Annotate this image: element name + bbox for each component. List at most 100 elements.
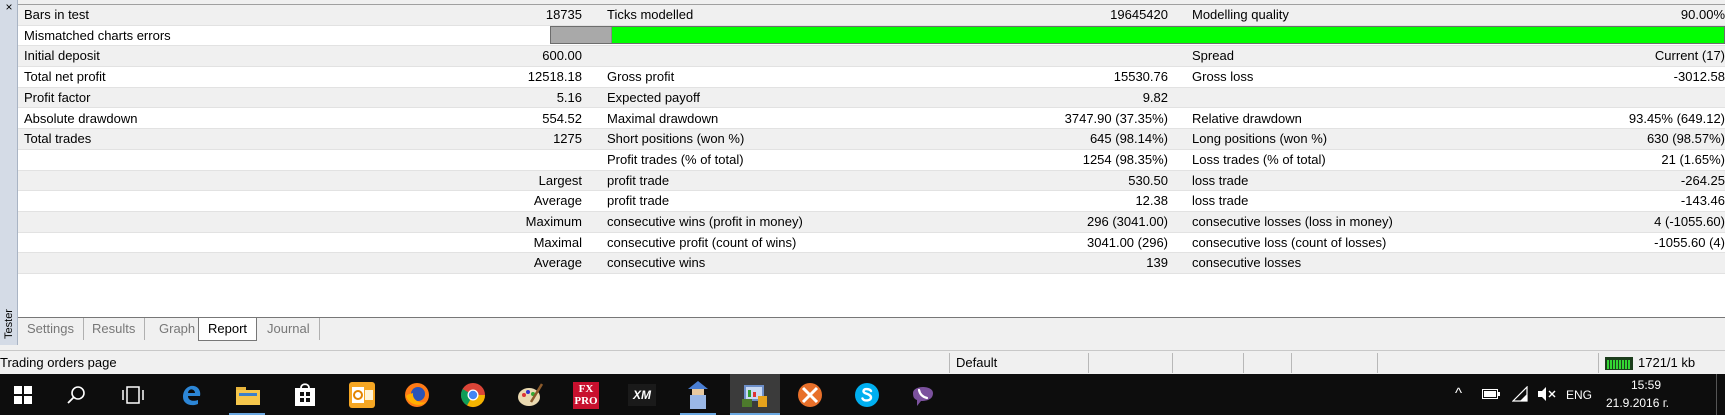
tab-results[interactable]: Results xyxy=(83,318,146,340)
report-cell: 1275 xyxy=(553,131,582,147)
status-separator xyxy=(949,353,950,373)
report-cell: 21 (1.65%) xyxy=(1661,151,1725,167)
clock-date[interactable]: 21.9.2016 г. xyxy=(1606,396,1669,410)
tab-settings[interactable]: Settings xyxy=(18,318,84,340)
report-cell: Average xyxy=(533,193,582,209)
tab-journal[interactable]: Journal xyxy=(258,318,320,340)
search-icon[interactable] xyxy=(66,385,86,405)
report-cell: 645 (98.14%) xyxy=(1089,131,1168,147)
report-row-initial-deposit: Initial deposit 600.00 Spread Current (17) xyxy=(18,46,1725,68)
language-indicator[interactable]: ENG xyxy=(1566,388,1592,402)
report-row-maximum-consecutive: Maximum consecutive wins (profit in money… xyxy=(18,212,1725,233)
clock-time[interactable]: 15:59 xyxy=(1631,378,1661,392)
report-cell: 630 (98.57%) xyxy=(1646,131,1725,147)
game-icon[interactable] xyxy=(797,382,823,408)
report-cell xyxy=(418,150,582,171)
tray-chevron-icon[interactable]: ^ xyxy=(1455,385,1462,402)
tester-tabs: Settings Results Graph Report Journal xyxy=(18,317,1725,345)
report-cell: 4 (-1055.60) xyxy=(1654,214,1725,229)
report-cell: 19645420 xyxy=(1110,7,1168,22)
skype-icon[interactable] xyxy=(854,382,880,408)
report-cell: Current (17) xyxy=(1654,48,1725,64)
outlook-icon[interactable] xyxy=(349,382,375,408)
status-separator xyxy=(1172,353,1173,373)
report-row-largest-trade: Largest profit trade 530.50 loss trade -264.… xyxy=(18,170,1725,192)
status-traffic: 1721/1 kb xyxy=(1638,355,1696,370)
chrome-icon[interactable] xyxy=(460,382,486,408)
report-cell: -1055.60 (4) xyxy=(1654,234,1725,250)
report-cell: 15530.76 xyxy=(1113,69,1168,85)
volume-muted-icon[interactable] xyxy=(1538,387,1556,401)
report-row-absolute-drawdown: Absolute drawdown 554.52 Maximal drawdown 3… xyxy=(18,108,1725,130)
report-cell: 3041.00 (296) xyxy=(1087,234,1168,250)
report-cell xyxy=(878,46,1168,67)
store-icon[interactable] xyxy=(294,382,316,406)
report-cell: 90.00% xyxy=(1680,7,1725,22)
report-cell: 18735 xyxy=(545,7,582,22)
modelling-quality-bar xyxy=(550,26,1725,44)
tester-window: × Tester Bars in test 18735 Ticks modelled… xyxy=(0,0,1725,415)
report-cell: 296 (3041.00) xyxy=(1087,214,1168,229)
status-separator xyxy=(1598,353,1599,373)
report-row-total-trades: Total trades 1275 Short positions (won %) 6… xyxy=(18,129,1725,150)
connection-bars-icon xyxy=(1605,357,1633,370)
wizard-icon[interactable] xyxy=(686,381,710,409)
report-cell: 600.00 xyxy=(542,48,582,64)
status-separator xyxy=(1291,353,1292,373)
report-cell: 554.52 xyxy=(542,110,582,126)
report-cell: 12518.18 xyxy=(527,69,582,85)
tester-label: Tester xyxy=(1,303,17,345)
viber-icon[interactable] xyxy=(910,382,936,408)
status-separator xyxy=(1377,353,1378,373)
firefox-icon[interactable] xyxy=(404,382,430,408)
windows-taskbar: FX PRO XM ^ ENG 15:59 21.9.2016 г. xyxy=(0,374,1725,415)
wifi-icon[interactable] xyxy=(1512,386,1528,402)
modelling-quality-mismatch-fill xyxy=(551,27,613,43)
show-desktop-button[interactable] xyxy=(1716,374,1717,415)
tester-label-text: Tester xyxy=(3,309,15,339)
close-icon[interactable]: × xyxy=(3,0,15,14)
task-view-icon[interactable] xyxy=(122,385,144,405)
fxpro-icon[interactable]: FX PRO xyxy=(573,382,599,409)
report-cell xyxy=(1468,88,1725,109)
battery-icon[interactable] xyxy=(1482,389,1500,399)
report-cell: 3747.90 (37.35%) xyxy=(1064,110,1168,126)
report-cell: Average xyxy=(533,255,582,271)
tester-side-strip: × Tester xyxy=(0,0,18,345)
report-row-total-net-profit: Total net profit 12518.18 Gross profit 1553… xyxy=(18,67,1725,88)
tab-graph[interactable]: Graph xyxy=(150,318,206,340)
report-table: Bars in test 18735 Ticks modelled 19645420 M… xyxy=(18,4,1725,317)
report-cell: 93.45% (649.12) xyxy=(1628,110,1725,126)
report-row-profit-factor: Profit factor 5.16 Expected payoff 9.82 xyxy=(18,87,1725,109)
report-cell xyxy=(1468,253,1725,274)
report-row-profit-trades: Profit trades (% of total) 1254 (98.35%) L… xyxy=(18,149,1725,171)
report-cell: 139 xyxy=(1146,255,1168,271)
windows-start-icon[interactable] xyxy=(14,386,32,404)
status-bar: Trading orders page Default 1721/1 kb xyxy=(0,350,1725,374)
status-profile[interactable]: Default xyxy=(956,351,997,375)
report-cell: Largest xyxy=(538,172,582,188)
terminal-icon[interactable] xyxy=(742,382,768,408)
status-separator xyxy=(1088,353,1089,373)
report-cell: 530.50 xyxy=(1128,172,1168,188)
report-cell: 12.38 xyxy=(1135,193,1168,209)
report-row-average-consecutive: Average consecutive wins 139 consecutive lo… xyxy=(18,253,1725,275)
status-help-text: Trading orders page xyxy=(0,355,117,370)
report-cell: Maximal xyxy=(533,234,582,250)
edge-icon[interactable] xyxy=(179,383,203,407)
report-cell: 5.16 xyxy=(556,89,582,105)
xm-label: XM xyxy=(633,388,651,402)
report-cell: 1254 (98.35%) xyxy=(1082,151,1168,167)
xm-icon[interactable]: XM xyxy=(628,384,656,406)
report-cell: -3012.58 xyxy=(1673,69,1725,85)
report-row-bars-in-test: Bars in test 18735 Ticks modelled 19645420 M… xyxy=(18,5,1725,26)
paint-icon[interactable] xyxy=(517,382,543,408)
report-cell: -264.25 xyxy=(1680,172,1725,188)
report-cell: 9.82 xyxy=(1142,89,1168,105)
file-explorer-icon[interactable] xyxy=(236,385,260,405)
report-cell: Maximum xyxy=(525,214,582,229)
tab-report[interactable]: Report xyxy=(198,318,258,341)
fxpro-label: FX PRO xyxy=(574,383,598,407)
status-separator xyxy=(1243,353,1244,373)
report-row-average-trade: Average profit trade 12.38 loss trade -143.4… xyxy=(18,191,1725,212)
